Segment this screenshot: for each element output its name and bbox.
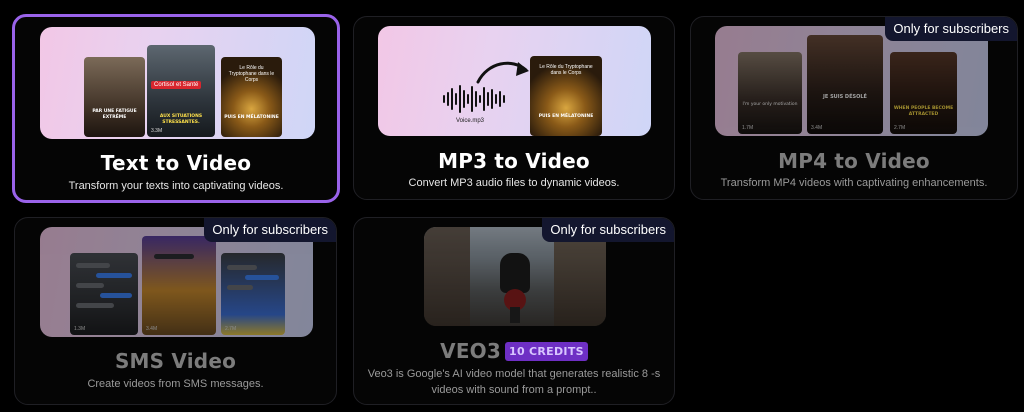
card-description: videos with sound from a prompt.. — [431, 384, 597, 396]
audio-file-label: Voice.mp3 — [456, 118, 485, 124]
card-text-to-video[interactable]: Par une fatigue extrême Cortisol et Sant… — [12, 14, 340, 203]
card-thumbnail: 1.3M 3.4M 2.7M — [40, 227, 313, 337]
card-description: Convert MP3 audio files to dynamic video… — [408, 177, 620, 189]
thumbnail-phone: When people become attracted 2.7M — [890, 52, 957, 134]
waveform-icon — [443, 85, 505, 113]
thumbnail-phone: Le Rôle du Tryptophane dans le Corps Pui… — [221, 57, 282, 137]
card-thumbnail: I'm your only motivation 1.7M Je suis dé… — [715, 26, 988, 136]
card-veo3[interactable]: VEO3 10 CREDITS Veo3 is Google's AI video… — [353, 217, 675, 405]
thumbnail-phone: Je suis désolé 3.4M — [807, 35, 883, 134]
thumbnail-phone: Cortisol et Santé Aux situations stressa… — [147, 45, 215, 137]
card-thumbnail: Par une fatigue extrême Cortisol et Sant… — [40, 27, 315, 139]
card-sms-video[interactable]: 1.3M 3.4M 2.7M SMS Video Create videos f… — [14, 217, 337, 405]
card-title: Text to Video — [100, 151, 252, 175]
card-thumbnail: Voice.mp3 Le Rôle du Tryptophane dans le… — [378, 26, 651, 136]
card-description: Transform your texts into captivating vi… — [68, 180, 284, 192]
thumbnail-phone: Le Rôle du Tryptophane dans le Corps Pui… — [530, 56, 602, 136]
card-title: MP4 to Video — [778, 149, 930, 173]
thumbnail-phone: Par une fatigue extrême — [84, 57, 145, 137]
credits-badge: 10 CREDITS — [505, 342, 588, 361]
card-description: Transform MP4 videos with captivating en… — [720, 177, 988, 189]
thumbnail-phone: 2.7M — [221, 253, 285, 335]
card-mp3-to-video[interactable]: Voice.mp3 Le Rôle du Tryptophane dans le… — [353, 16, 675, 200]
card-title-row: VEO3 10 CREDITS — [354, 339, 674, 363]
card-mp4-to-video[interactable]: I'm your only motivation 1.7M Je suis dé… — [690, 16, 1018, 200]
arrow-icon — [476, 61, 529, 84]
subscribers-badge: Only for subscribers — [885, 17, 1017, 41]
thumbnail-phone: 1.3M — [70, 253, 138, 335]
card-title: SMS Video — [114, 349, 237, 373]
card-description: Veo3 is Google's AI video model that gen… — [367, 368, 661, 380]
card-description: Create videos from SMS messages. — [87, 378, 264, 390]
card-title: MP3 to Video — [438, 149, 590, 173]
subscribers-badge: Only for subscribers — [204, 218, 336, 242]
card-title: VEO3 — [440, 339, 501, 363]
thumbnail-phone: I'm your only motivation 1.7M — [738, 52, 802, 134]
thumbnail-phone: 3.4M — [142, 236, 216, 335]
subscribers-badge: Only for subscribers — [542, 218, 674, 242]
